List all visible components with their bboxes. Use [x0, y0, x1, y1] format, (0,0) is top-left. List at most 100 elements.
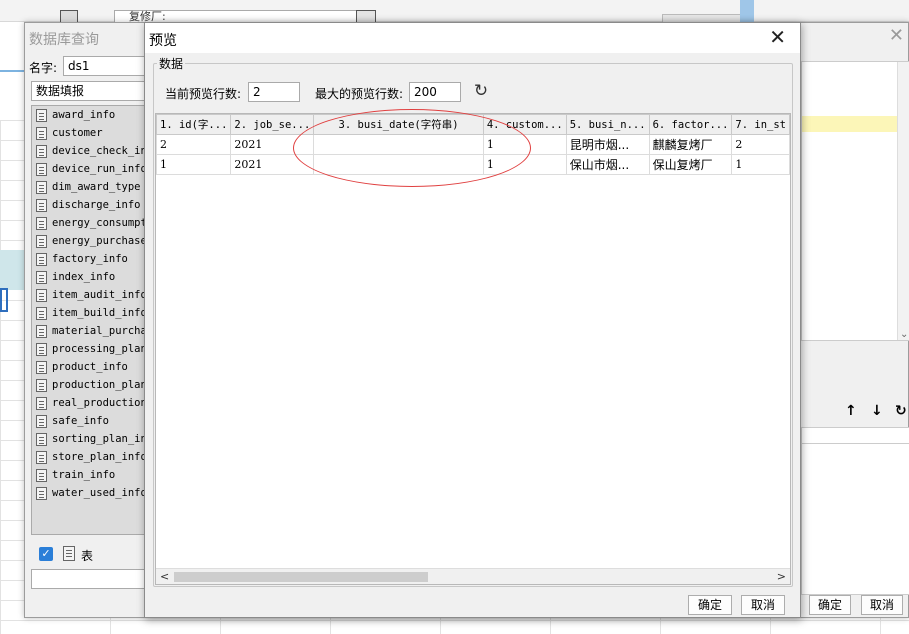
- param-panel[interactable]: [801, 443, 909, 595]
- database-query-title: 数据库查询: [29, 32, 99, 48]
- tree-item[interactable]: customer: [32, 124, 148, 142]
- background-blue-strip: [740, 0, 754, 22]
- scroll-right-icon[interactable]: >: [777, 570, 786, 583]
- table-icon: [36, 307, 47, 320]
- table-cell[interactable]: 1: [731, 154, 790, 175]
- sql-vertical-scrollbar[interactable]: [897, 62, 909, 340]
- table-cell[interactable]: 1: [482, 154, 567, 175]
- preview-title: 预览: [149, 33, 177, 49]
- tree-item[interactable]: train_info: [32, 466, 148, 484]
- column-header[interactable]: 4. custom...: [482, 114, 567, 135]
- table-icon: [36, 415, 47, 428]
- tree-item-label: item_build_info: [52, 307, 147, 319]
- column-header[interactable]: 1. id(字...: [156, 114, 232, 135]
- refresh-icon[interactable]: ↻: [895, 403, 907, 419]
- tree-item-label: device_check_info: [52, 145, 148, 157]
- table-cell[interactable]: 昆明市烟...: [565, 134, 650, 155]
- sql-highlight-line: [802, 116, 909, 132]
- tree-item[interactable]: energy_purchase_: [32, 232, 148, 250]
- column-header[interactable]: 3. busi_date(字符串): [313, 114, 484, 135]
- close-icon[interactable]: ✕: [769, 27, 786, 47]
- preview-titlebar: 预览 ✕: [145, 23, 800, 53]
- db-cancel-button[interactable]: 取消: [861, 595, 903, 615]
- tree-item[interactable]: product_info: [32, 358, 148, 376]
- table-cell[interactable]: 1: [156, 154, 232, 175]
- datasource-combo[interactable]: 数据填报: [31, 81, 149, 101]
- preview-ok-button[interactable]: 确定: [688, 595, 732, 615]
- column-header[interactable]: 5. busi_n...: [565, 114, 650, 135]
- tree-item[interactable]: sorting_plan_info: [32, 430, 148, 448]
- column-header[interactable]: 6. factor...: [648, 114, 733, 135]
- tree-item[interactable]: factory_info: [32, 250, 148, 268]
- data-group-label: 数据: [157, 55, 186, 72]
- table-cell[interactable]: 2021: [230, 134, 315, 155]
- tree-item-label: discharge_info: [52, 199, 141, 211]
- table-cell[interactable]: 1: [482, 134, 567, 155]
- tree-item-label: dim_award_type: [52, 181, 141, 193]
- tree-item[interactable]: award_info: [32, 106, 148, 124]
- tree-item[interactable]: material_purchase: [32, 322, 148, 340]
- sql-editor[interactable]: [801, 61, 909, 341]
- table-cell[interactable]: 保山复烤厂: [648, 154, 733, 175]
- table-icon: [36, 379, 47, 392]
- max-rows-input[interactable]: 200: [409, 82, 461, 102]
- close-icon[interactable]: ✕: [889, 27, 904, 45]
- table-cell[interactable]: 2: [731, 134, 790, 155]
- tree-item[interactable]: energy_consumption: [32, 214, 148, 232]
- tree-item[interactable]: real_production_: [32, 394, 148, 412]
- tree-item[interactable]: processing_plan_: [32, 340, 148, 358]
- table-icon: [36, 325, 47, 338]
- tree-item[interactable]: item_audit_info: [32, 286, 148, 304]
- table-icon: [36, 217, 47, 230]
- db-ok-button[interactable]: 确定: [809, 595, 851, 615]
- table-icon: [36, 433, 47, 446]
- tree-item[interactable]: item_build_info: [32, 304, 148, 322]
- tree-item-label: customer: [52, 127, 103, 139]
- filter-input[interactable]: [31, 569, 149, 589]
- preview-cancel-button[interactable]: 取消: [741, 595, 785, 615]
- tree-item[interactable]: water_used_info: [32, 484, 148, 502]
- tree-item-label: product_info: [52, 361, 128, 373]
- scroll-left-icon[interactable]: <: [160, 570, 169, 583]
- table-cell[interactable]: 2021: [230, 154, 315, 175]
- table-cell[interactable]: [313, 134, 484, 155]
- table-icon: [36, 451, 47, 464]
- scrollbar-thumb[interactable]: [174, 572, 428, 582]
- background-selection-handle[interactable]: [0, 288, 8, 312]
- tree-item[interactable]: safe_info: [32, 412, 148, 430]
- preview-dialog: 预览 ✕ 数据 当前预览行数: 2 最大的预览行数: 200 ↻ 1. id(字…: [144, 22, 801, 618]
- arrow-down-icon[interactable]: ↓: [871, 403, 883, 419]
- table-icon: [63, 546, 75, 561]
- horizontal-scrollbar[interactable]: < >: [156, 568, 790, 584]
- arrow-up-icon[interactable]: ↑: [845, 403, 857, 419]
- table-checkbox[interactable]: ✓: [39, 547, 53, 561]
- table-cell[interactable]: 麒麟复烤厂: [648, 134, 733, 155]
- table-tree: award_info customer device_check_infodevic…: [31, 105, 149, 535]
- column-header[interactable]: 2. job_se...: [230, 114, 315, 135]
- tree-item-label: processing_plan_: [52, 343, 148, 355]
- table-cell[interactable]: [313, 154, 484, 175]
- refresh-icon[interactable]: ↻: [471, 81, 491, 101]
- name-input[interactable]: ds1: [63, 56, 149, 76]
- tree-item-label: production_plan_: [52, 379, 148, 391]
- tree-item-label: sorting_plan_info: [52, 433, 148, 445]
- tree-item[interactable]: device_check_info: [32, 142, 148, 160]
- tree-item[interactable]: production_plan_: [32, 376, 148, 394]
- tree-item-label: store_plan_info: [52, 451, 147, 463]
- column-header[interactable]: 7. in_st: [731, 114, 790, 135]
- tree-item[interactable]: discharge_info: [32, 196, 148, 214]
- tree-item-label: energy_purchase_: [52, 235, 148, 247]
- current-rows-input[interactable]: 2: [248, 82, 300, 102]
- table-icon: [36, 289, 47, 302]
- tree-item[interactable]: store_plan_info: [32, 448, 148, 466]
- background-toolbar: 复修厂:: [0, 0, 909, 24]
- max-rows-label: 最大的预览行数:: [315, 87, 404, 101]
- table-icon: [36, 469, 47, 482]
- table-cell[interactable]: 2: [156, 134, 232, 155]
- table-cell[interactable]: 保山市烟...: [565, 154, 650, 175]
- table-icon: [36, 127, 47, 140]
- table-icon: [36, 109, 47, 122]
- tree-item[interactable]: dim_award_type: [32, 178, 148, 196]
- tree-item[interactable]: index_info: [32, 268, 148, 286]
- tree-item[interactable]: device_run_info: [32, 160, 148, 178]
